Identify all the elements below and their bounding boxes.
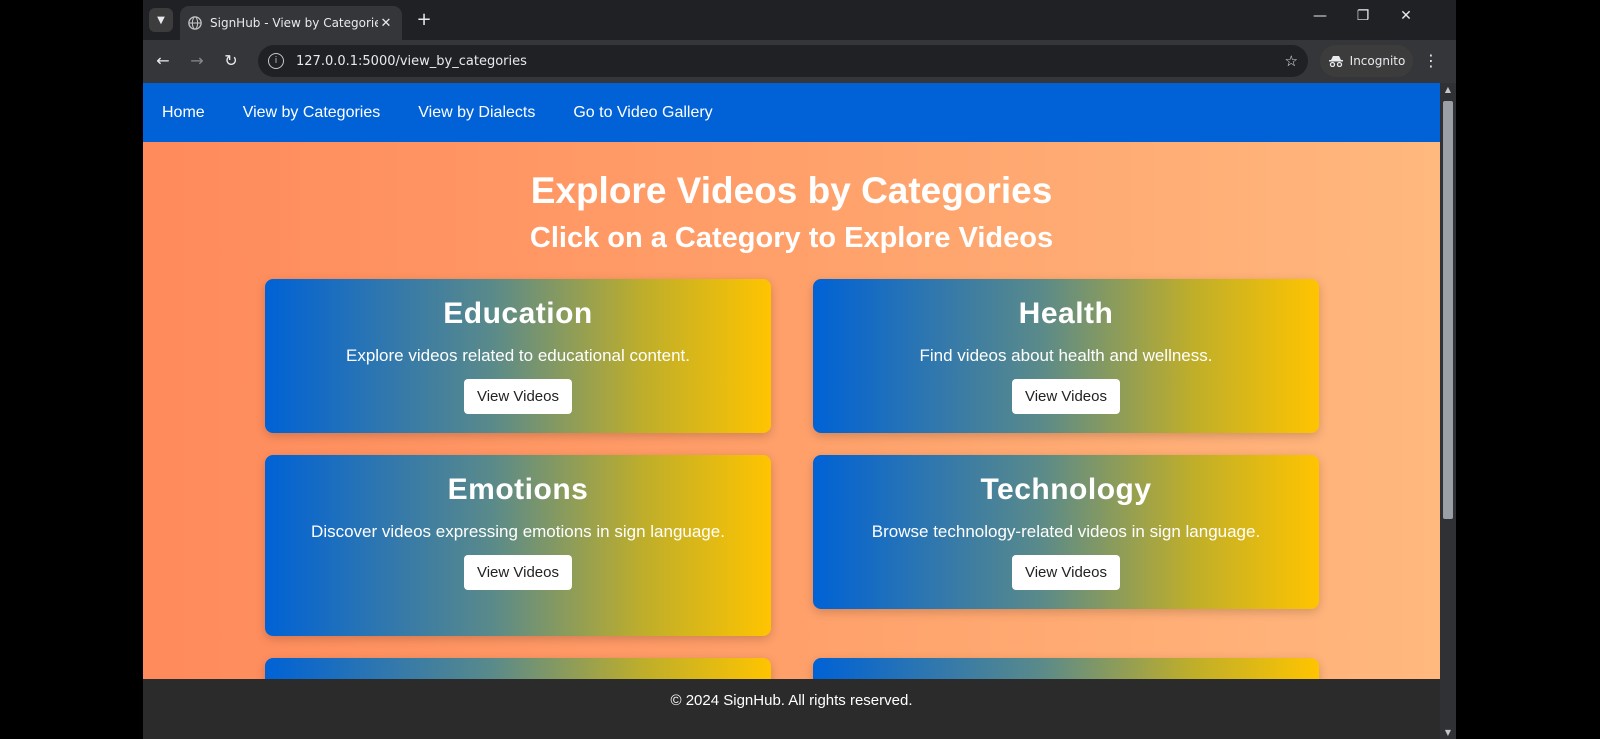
- incognito-label: Incognito: [1349, 54, 1406, 68]
- close-window-icon[interactable]: ✕: [1391, 8, 1421, 24]
- view-videos-button[interactable]: View Videos: [1011, 379, 1120, 414]
- view-videos-button[interactable]: View Videos: [463, 379, 572, 414]
- tab-title: SignHub - View by Categories: [210, 16, 378, 30]
- footer-text: © 2024 SignHub. All rights reserved.: [670, 692, 913, 709]
- site-info-icon[interactable]: i: [268, 53, 284, 69]
- category-card-health: Health Find videos about health and well…: [813, 279, 1319, 433]
- new-tab-icon[interactable]: +: [413, 9, 435, 30]
- back-arrow-icon[interactable]: ←: [151, 50, 175, 74]
- page-viewport: Home View by Categories View by Dialects…: [143, 83, 1440, 739]
- minimize-icon[interactable]: —: [1305, 8, 1335, 24]
- category-description: Discover videos expressing emotions in s…: [311, 522, 725, 541]
- active-tab[interactable]: SignHub - View by Categories ✕: [180, 6, 402, 40]
- browser-window: ▼ SignHub - View by Categories ✕ + — ❐ ✕…: [143, 0, 1456, 739]
- site-navbar: Home View by Categories View by Dialects…: [143, 83, 1440, 142]
- forward-arrow-icon[interactable]: →: [185, 50, 209, 74]
- scroll-down-arrow-icon[interactable]: ▼: [1440, 728, 1456, 737]
- scroll-up-arrow-icon[interactable]: ▲: [1440, 85, 1456, 94]
- category-card-emotions: Emotions Discover videos expressing emot…: [265, 455, 771, 636]
- site-footer: © 2024 SignHub. All rights reserved.: [143, 679, 1440, 739]
- category-title: Emotions: [447, 473, 589, 506]
- nav-video-gallery-link[interactable]: Go to Video Gallery: [573, 104, 712, 122]
- category-card-education: Education Explore videos related to educ…: [265, 279, 771, 433]
- category-description: Explore videos related to educational co…: [345, 346, 690, 365]
- category-description: Browse technology-related videos in sign…: [871, 522, 1261, 541]
- nav-view-by-dialects-link[interactable]: View by Dialects: [418, 104, 535, 122]
- tab-strip: ▼ SignHub - View by Categories ✕ + — ❐ ✕: [143, 0, 1456, 40]
- category-card-technology: Technology Browse technology-related vid…: [813, 455, 1319, 609]
- category-title: Health: [1018, 297, 1114, 330]
- browser-toolbar: ← → ↻ i 127.0.0.1:5000/view_by_categorie…: [143, 40, 1456, 83]
- address-bar[interactable]: i 127.0.0.1:5000/view_by_categories ☆: [258, 45, 1308, 77]
- tab-search-chevron-icon[interactable]: ▼: [149, 8, 173, 32]
- bookmark-star-icon[interactable]: ☆: [1285, 52, 1298, 70]
- page-subtitle: Click on a Category to Explore Videos: [529, 222, 1054, 254]
- view-videos-button[interactable]: View Videos: [1011, 555, 1120, 590]
- globe-icon: [188, 16, 202, 30]
- reload-icon[interactable]: ↻: [219, 50, 243, 74]
- page-scrollbar[interactable]: ▲ ▼: [1440, 83, 1456, 739]
- category-title: Technology: [980, 473, 1152, 506]
- category-description: Find videos about health and wellness.: [919, 346, 1213, 365]
- nav-home-link[interactable]: Home: [162, 104, 205, 122]
- url-text[interactable]: 127.0.0.1:5000/view_by_categories: [296, 54, 1285, 69]
- incognito-badge[interactable]: Incognito: [1320, 45, 1413, 77]
- scrollbar-thumb[interactable]: [1443, 101, 1453, 519]
- restore-icon[interactable]: ❐: [1348, 8, 1378, 24]
- view-videos-button[interactable]: View Videos: [463, 555, 572, 590]
- category-title: Education: [443, 297, 593, 330]
- incognito-icon: [1328, 56, 1343, 67]
- more-menu-icon[interactable]: ⋮: [1423, 51, 1439, 70]
- page-title: Explore Videos by Categories: [530, 170, 1053, 211]
- close-tab-icon[interactable]: ✕: [378, 16, 394, 31]
- nav-view-by-categories-link[interactable]: View by Categories: [243, 104, 381, 122]
